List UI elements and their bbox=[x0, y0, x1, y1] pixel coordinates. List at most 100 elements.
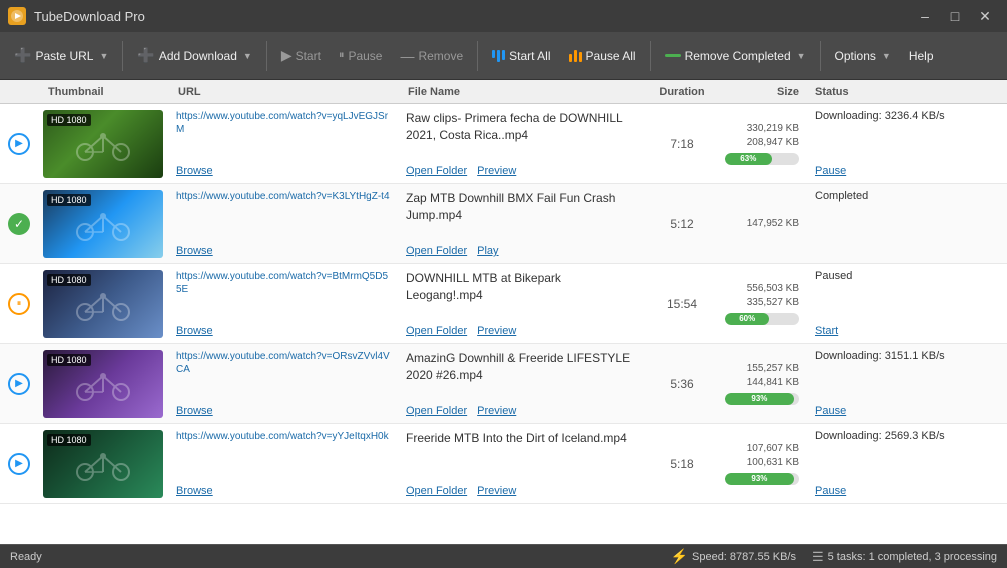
play-link[interactable]: Play bbox=[477, 245, 498, 257]
status-tasks: ☰ 5 tasks: 1 completed, 3 processing bbox=[812, 549, 997, 565]
size-total: 556,503 KB bbox=[725, 283, 799, 294]
add-icon: ➕ bbox=[137, 47, 154, 64]
thumbnail: HD 1080 bbox=[38, 104, 168, 183]
status-text: Completed bbox=[815, 190, 999, 202]
row-action[interactable]: ▶ bbox=[0, 424, 38, 503]
toolbar-sep-1 bbox=[122, 41, 123, 71]
help-button[interactable]: Help bbox=[901, 44, 942, 68]
filename-column: Raw clips- Primera fecha de DOWNHILL 202… bbox=[398, 104, 647, 183]
url-text: https://www.youtube.com/watch?v=BtMrmQ5D… bbox=[176, 270, 390, 296]
play-button[interactable]: ▶ bbox=[8, 453, 30, 475]
open-folder-link[interactable]: Open Folder bbox=[406, 245, 467, 257]
paste-url-arrow: ▼ bbox=[99, 51, 108, 61]
file-actions: Open Folder Play bbox=[406, 245, 639, 257]
pause-button[interactable]: ⏸ Pause bbox=[331, 44, 391, 68]
table-row: ⏸ HD 1080 https://www.youtube.com/watch?… bbox=[0, 264, 1007, 344]
url-column: https://www.youtube.com/watch?v=yqLJvEGJ… bbox=[168, 104, 398, 183]
status-action-link[interactable]: Pause bbox=[815, 485, 999, 497]
paste-url-label: Paste URL bbox=[35, 49, 93, 63]
remove-button[interactable]: — Remove bbox=[392, 43, 471, 69]
statusbar: Ready ⚡ Speed: 8787.55 KB/s ☰ 5 tasks: 1… bbox=[0, 544, 1007, 568]
start-button[interactable]: ▶ Start bbox=[273, 42, 329, 69]
preview-link[interactable]: Preview bbox=[477, 485, 516, 497]
thumb-image: HD 1080 bbox=[43, 270, 163, 338]
thumb-image: HD 1080 bbox=[43, 430, 163, 498]
progress-bar-bg: 60% bbox=[725, 313, 799, 325]
progress-bar-fill: 60% bbox=[725, 313, 769, 325]
progress-bar-fill: 93% bbox=[725, 473, 794, 485]
size-column: 107,607 KB 100,631 KB 93% bbox=[717, 424, 807, 503]
status-action-link[interactable]: Start bbox=[815, 325, 999, 337]
options-arrow: ▼ bbox=[882, 51, 891, 61]
progress-bar-fill: 63% bbox=[725, 153, 772, 165]
status-column: Downloading: 3236.4 KB/s Pause bbox=[807, 104, 1007, 183]
url-column: https://www.youtube.com/watch?v=ORsvZVvl… bbox=[168, 344, 398, 423]
browse-link[interactable]: Browse bbox=[176, 165, 390, 177]
progress-bar-fill: 93% bbox=[725, 393, 794, 405]
remove-completed-button[interactable]: Remove Completed ▼ bbox=[657, 44, 814, 68]
toolbar-sep-2 bbox=[266, 41, 267, 71]
row-action[interactable]: ▶ bbox=[0, 344, 38, 423]
preview-link[interactable]: Preview bbox=[477, 165, 516, 177]
remove-completed-label: Remove Completed bbox=[685, 49, 791, 63]
progress-bar-bg: 93% bbox=[725, 393, 799, 405]
preview-link[interactable]: Preview bbox=[477, 325, 516, 337]
maximize-button[interactable]: □ bbox=[941, 5, 969, 27]
size-column: 147,952 KB bbox=[717, 184, 807, 263]
browse-link[interactable]: Browse bbox=[176, 325, 390, 337]
col-filename: File Name bbox=[400, 86, 647, 98]
hd-badge: HD 1080 bbox=[47, 354, 91, 366]
status-column: Paused Start bbox=[807, 264, 1007, 343]
status-action-link[interactable]: Pause bbox=[815, 405, 999, 417]
speed-value: Speed: 8787.55 KB/s bbox=[692, 551, 796, 563]
size-total: 107,607 KB bbox=[725, 443, 799, 454]
toolbar: ➕ Paste URL ▼ ➕ Add Download ▼ ▶ Start ⏸… bbox=[0, 32, 1007, 80]
size-column: 155,257 KB 144,841 KB 93% bbox=[717, 344, 807, 423]
play-button[interactable]: ▶ bbox=[8, 133, 30, 155]
browse-link[interactable]: Browse bbox=[176, 485, 390, 497]
tasks-icon: ☰ bbox=[812, 549, 824, 565]
row-action[interactable]: ▶ bbox=[0, 104, 38, 183]
open-folder-link[interactable]: Open Folder bbox=[406, 325, 467, 337]
pause-row-button[interactable]: ⏸ bbox=[8, 293, 30, 315]
start-all-button[interactable]: Start All bbox=[484, 44, 558, 68]
hd-badge: HD 1080 bbox=[47, 194, 91, 206]
size-downloaded: 335,527 KB bbox=[725, 297, 799, 308]
size-column: 556,503 KB 335,527 KB 60% bbox=[717, 264, 807, 343]
url-column: https://www.youtube.com/watch?v=K3LYtHgZ… bbox=[168, 184, 398, 263]
paste-url-button[interactable]: ➕ Paste URL ▼ bbox=[6, 42, 116, 69]
preview-link[interactable]: Preview bbox=[477, 405, 516, 417]
play-button[interactable]: ▶ bbox=[8, 373, 30, 395]
add-download-label: Add Download bbox=[159, 49, 237, 63]
duration: 5:36 bbox=[647, 344, 717, 423]
col-status: Status bbox=[807, 86, 1007, 98]
open-folder-link[interactable]: Open Folder bbox=[406, 165, 467, 177]
status-action-link[interactable]: Pause bbox=[815, 165, 999, 177]
status-text: Downloading: 3236.4 KB/s bbox=[815, 110, 999, 122]
pause-all-button[interactable]: Pause All bbox=[561, 44, 644, 68]
row-action[interactable]: ✓ bbox=[0, 184, 38, 263]
browse-link[interactable]: Browse bbox=[176, 245, 390, 257]
add-download-button[interactable]: ➕ Add Download ▼ bbox=[129, 42, 259, 69]
url-column: https://www.youtube.com/watch?v=BtMrmQ5D… bbox=[168, 264, 398, 343]
table-row: ▶ HD 1080 https://www.youtube.com/watch?… bbox=[0, 344, 1007, 424]
start-all-label: Start All bbox=[509, 49, 550, 63]
row-action[interactable]: ⏸ bbox=[0, 264, 38, 343]
filename-text: DOWNHILL MTB at Bikepark Leogang!.mp4 bbox=[406, 270, 639, 304]
filename-text: Freeride MTB Into the Dirt of Iceland.mp… bbox=[406, 430, 639, 447]
start-all-icon bbox=[492, 50, 505, 62]
close-button[interactable]: ✕ bbox=[971, 5, 999, 27]
thumbnail: HD 1080 bbox=[38, 424, 168, 503]
file-actions: Open Folder Preview bbox=[406, 325, 639, 337]
size-total: 147,952 KB bbox=[725, 218, 799, 229]
open-folder-link[interactable]: Open Folder bbox=[406, 485, 467, 497]
browse-link[interactable]: Browse bbox=[176, 405, 390, 417]
table-row: ▶ HD 1080 https://www.youtube.com/watch?… bbox=[0, 424, 1007, 504]
file-actions: Open Folder Preview bbox=[406, 405, 639, 417]
open-folder-link[interactable]: Open Folder bbox=[406, 405, 467, 417]
minimize-button[interactable]: – bbox=[911, 5, 939, 27]
status-column: Downloading: 3151.1 KB/s Pause bbox=[807, 344, 1007, 423]
filename-column: DOWNHILL MTB at Bikepark Leogang!.mp4 Op… bbox=[398, 264, 647, 343]
options-button[interactable]: Options ▼ bbox=[827, 44, 899, 68]
status-text: Paused bbox=[815, 270, 999, 282]
